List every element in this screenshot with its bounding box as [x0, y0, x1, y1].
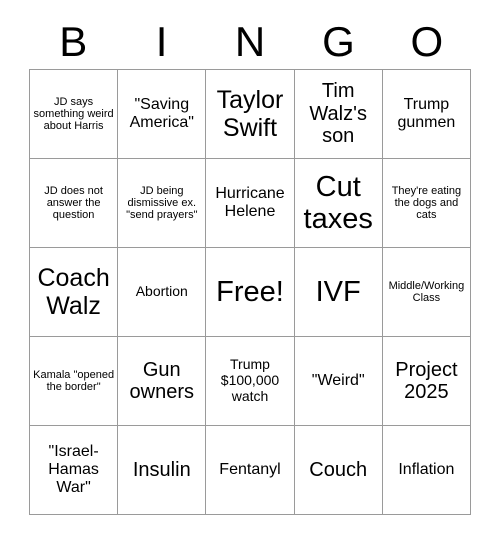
bingo-header-letter-g: G: [322, 17, 355, 65]
bingo-cell-label: Insulin: [132, 458, 191, 481]
bingo-cell[interactable]: Gun owners: [118, 337, 207, 426]
bingo-cell-label: Taylor Swift: [216, 86, 284, 142]
bingo-cell-label: Gun owners: [129, 358, 195, 403]
bingo-free-space[interactable]: Free!: [206, 248, 295, 337]
bingo-cell-label: Middle/Working Class: [388, 279, 465, 304]
bingo-cell-label: Project 2025: [395, 358, 458, 403]
bingo-cell-label: JD does not answer the question: [44, 184, 103, 222]
bingo-cell-label: Tim Walz's son: [309, 80, 367, 148]
bingo-cell-label: Cut taxes: [303, 170, 373, 235]
bingo-cell-label: Hurricane Helene: [215, 185, 285, 220]
bingo-cell[interactable]: Middle/Working Class: [382, 248, 471, 337]
bingo-cell[interactable]: Coach Walz: [30, 248, 119, 337]
bingo-cell[interactable]: Trump $100,000 watch: [206, 337, 295, 426]
bingo-cell-label: Trump gunmen: [397, 96, 456, 131]
bingo-cell-label: IVF: [315, 275, 361, 308]
bingo-cell-label: Coach Walz: [37, 264, 110, 320]
bingo-cell-label: Kamala "opened the border": [33, 368, 115, 393]
bingo-cell[interactable]: They're eating the dogs and cats: [382, 159, 471, 248]
bingo-cell-label: Couch: [309, 458, 368, 481]
bingo-cell-label: "Weird": [311, 372, 365, 390]
bingo-grid: JD says something weird about Harris "Sav…: [29, 69, 471, 515]
bingo-header-letters: BINGO: [29, 14, 471, 69]
bingo-cell-label: JD being dismissive ex. "send prayers": [126, 184, 198, 222]
bingo-cell[interactable]: Inflation: [382, 426, 471, 515]
bingo-cell[interactable]: Fentanyl: [206, 426, 295, 515]
bingo-cell[interactable]: Couch: [294, 426, 383, 515]
bingo-cell[interactable]: JD being dismissive ex. "send prayers": [118, 159, 207, 248]
bingo-cell[interactable]: "Saving America": [118, 70, 207, 159]
bingo-cell-label: Inflation: [398, 461, 455, 479]
bingo-cell[interactable]: JD says something weird about Harris: [30, 70, 119, 159]
bingo-cell-label: Abortion: [135, 283, 188, 300]
bingo-cell[interactable]: Project 2025: [382, 337, 471, 426]
bingo-header-letter-i: I: [155, 17, 168, 65]
bingo-header-letter-b: B: [59, 17, 88, 65]
bingo-cell-label: JD says something weird about Harris: [33, 95, 114, 133]
bingo-card: B I N G O JD says something weird about Harr…: [0, 0, 500, 544]
bingo-cell[interactable]: Kamala "opened the border": [30, 337, 119, 426]
bingo-cell[interactable]: "Israel-Hamas War": [30, 426, 119, 515]
bingo-cell-label: "Saving America": [129, 96, 194, 131]
bingo-cell-label: Free!: [216, 275, 284, 308]
bingo-cell[interactable]: Insulin: [118, 426, 207, 515]
bingo-cell[interactable]: IVF: [294, 248, 383, 337]
bingo-header-letter-n: N: [234, 17, 266, 65]
bingo-cell[interactable]: Abortion: [118, 248, 207, 337]
bingo-cell[interactable]: Hurricane Helene: [206, 159, 295, 248]
bingo-cell-label: They're eating the dogs and cats: [391, 184, 462, 222]
bingo-cell[interactable]: Trump gunmen: [382, 70, 471, 159]
bingo-header-letter-o: O: [410, 17, 444, 65]
bingo-cell[interactable]: Cut taxes: [294, 159, 383, 248]
bingo-cell[interactable]: "Weird": [294, 337, 383, 426]
bingo-cell[interactable]: Taylor Swift: [206, 70, 295, 159]
bingo-cell-label: "Israel-Hamas War": [48, 443, 99, 496]
bingo-cell[interactable]: Tim Walz's son: [294, 70, 383, 159]
bingo-cell[interactable]: JD does not answer the question: [30, 159, 119, 248]
bingo-cell-label: Trump $100,000 watch: [220, 356, 280, 404]
bingo-cell-label: Fentanyl: [219, 461, 281, 479]
